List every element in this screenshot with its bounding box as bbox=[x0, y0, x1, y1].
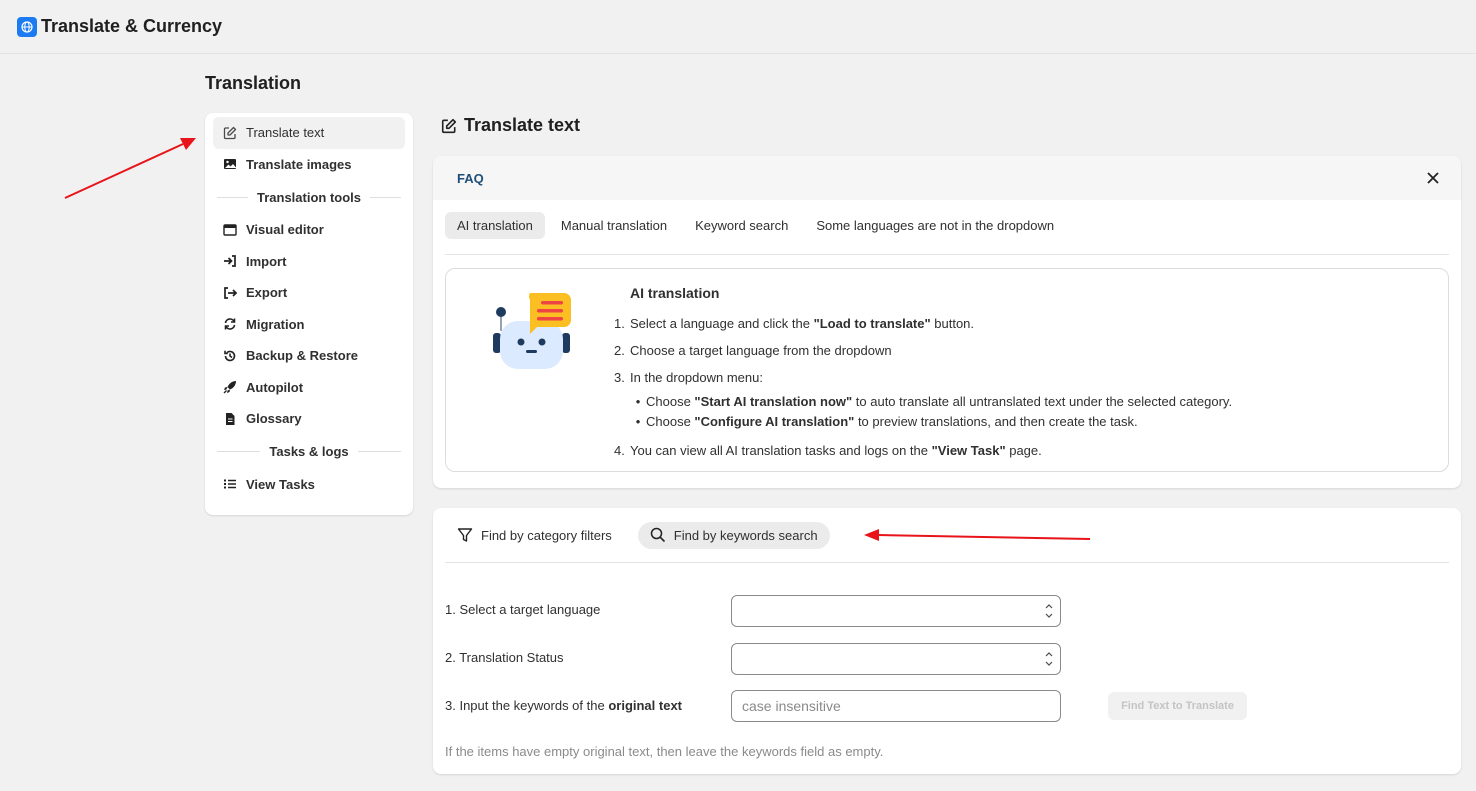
keywords-input[interactable] bbox=[731, 690, 1061, 722]
annotation-arrow-sidebar bbox=[64, 138, 196, 199]
bullet-configure-ai: Choose "Configure AI translation" to pre… bbox=[630, 412, 1232, 432]
browser-window-icon bbox=[223, 223, 237, 237]
faq-title: FAQ bbox=[457, 170, 484, 186]
rocket-icon bbox=[223, 380, 237, 394]
sidebar-item-view-tasks[interactable]: View Tasks bbox=[213, 469, 405, 501]
tab-ai-translation[interactable]: AI translation bbox=[445, 212, 545, 239]
sidebar-item-label: Import bbox=[246, 253, 287, 269]
sidebar-item-import[interactable]: Import bbox=[213, 246, 405, 278]
sidebar-item-translate-text[interactable]: Translate text bbox=[213, 117, 405, 149]
close-icon[interactable] bbox=[1423, 168, 1443, 188]
sidebar-item-glossary[interactable]: Glossary bbox=[213, 403, 405, 435]
select-chevron-icon bbox=[1044, 601, 1054, 624]
faq-card: FAQ AI translation Manual translation Ke… bbox=[433, 156, 1461, 488]
sidebar-item-autopilot[interactable]: Autopilot bbox=[213, 372, 405, 404]
export-icon bbox=[223, 286, 237, 300]
sidebar-item-label: Glossary bbox=[246, 411, 302, 427]
find-text-button[interactable]: Find Text to Translate bbox=[1108, 692, 1247, 720]
tab-keyword-search[interactable]: Keyword search bbox=[683, 212, 800, 239]
step-3: 3. In the dropdown menu: Choose "Start A… bbox=[614, 369, 1434, 432]
search-card: Find by category filters Find by keyword… bbox=[433, 508, 1461, 774]
sidebar-item-visual-editor[interactable]: Visual editor bbox=[213, 214, 405, 246]
bullet-start-ai: Choose "Start AI translation now" to aut… bbox=[630, 392, 1232, 412]
list-icon bbox=[223, 477, 237, 491]
sidebar-item-label: Translate text bbox=[246, 125, 325, 141]
robot-chat-icon bbox=[492, 291, 572, 374]
document-icon bbox=[223, 412, 237, 426]
tab-languages-not-in-dropdown[interactable]: Some languages are not in the dropdown bbox=[804, 212, 1066, 239]
translation-status-label: 2. Translation Status bbox=[445, 650, 564, 665]
ai-translation-steps: 1. Select a language and click the "Load … bbox=[614, 315, 1434, 469]
faq-tabs: AI translation Manual translation Keywor… bbox=[445, 212, 1449, 255]
ai-translation-panel: AI translation 1. Select a language and c… bbox=[445, 268, 1449, 472]
step-4: 4. You can view all AI translation tasks … bbox=[614, 443, 1042, 458]
sidebar-item-backup-restore[interactable]: Backup & Restore bbox=[213, 340, 405, 372]
keywords-label: 3. Input the keywords of the original te… bbox=[445, 698, 683, 713]
sidebar-item-label: Export bbox=[246, 285, 288, 301]
refresh-icon bbox=[223, 317, 237, 331]
tab-find-by-category-filters[interactable]: Find by category filters bbox=[445, 522, 624, 549]
sidebar-item-label: Migration bbox=[246, 316, 305, 332]
page-title-text: Translate text bbox=[464, 115, 581, 135]
app-title: Translate & Currency bbox=[41, 16, 223, 36]
sidebar-item-export[interactable]: Export bbox=[213, 277, 405, 309]
edit-icon bbox=[441, 118, 457, 134]
ai-translation-title: AI translation bbox=[630, 285, 720, 301]
search-icon bbox=[650, 527, 666, 543]
tab-manual-translation[interactable]: Manual translation bbox=[549, 212, 679, 239]
nav-group-translation-tools: Translation tools bbox=[213, 180, 405, 214]
search-mode-tabs: Find by category filters Find by keyword… bbox=[445, 508, 1449, 563]
sidebar-item-label: Visual editor bbox=[246, 222, 324, 238]
target-language-label: 1. Select a target language bbox=[445, 602, 601, 617]
image-icon bbox=[223, 157, 237, 171]
page-title: Translate text bbox=[441, 115, 580, 136]
globe-icon bbox=[17, 16, 37, 37]
sidebar-nav: Translate text Translate images Translat… bbox=[205, 113, 413, 515]
nav-group-tasks-logs: Tasks & logs bbox=[213, 435, 405, 469]
tab-find-by-keywords-search[interactable]: Find by keywords search bbox=[637, 521, 830, 549]
filter-icon bbox=[457, 527, 473, 543]
section-title: Translation bbox=[205, 73, 302, 93]
step-1: 1. Select a language and click the "Load … bbox=[614, 316, 975, 331]
sidebar-item-label: Backup & Restore bbox=[246, 348, 358, 364]
sidebar-item-translate-images[interactable]: Translate images bbox=[213, 149, 405, 181]
sidebar-item-migration[interactable]: Migration bbox=[213, 309, 405, 341]
faq-header: FAQ bbox=[433, 156, 1461, 200]
edit-icon bbox=[223, 126, 237, 140]
translation-status-select[interactable] bbox=[731, 643, 1061, 675]
keywords-hint: If the items have empty original text, t… bbox=[445, 744, 884, 759]
sidebar-item-label: Translate images bbox=[246, 156, 352, 172]
target-language-select[interactable] bbox=[731, 595, 1061, 627]
history-icon bbox=[223, 349, 237, 363]
select-chevron-icon bbox=[1044, 649, 1054, 672]
step-2: 2. Choose a target language from the drop… bbox=[614, 343, 892, 358]
sidebar-item-label: Autopilot bbox=[246, 379, 304, 395]
sidebar-item-label: View Tasks bbox=[246, 476, 315, 492]
top-bar: Translate & Currency bbox=[0, 0, 1476, 54]
import-icon bbox=[223, 254, 237, 268]
